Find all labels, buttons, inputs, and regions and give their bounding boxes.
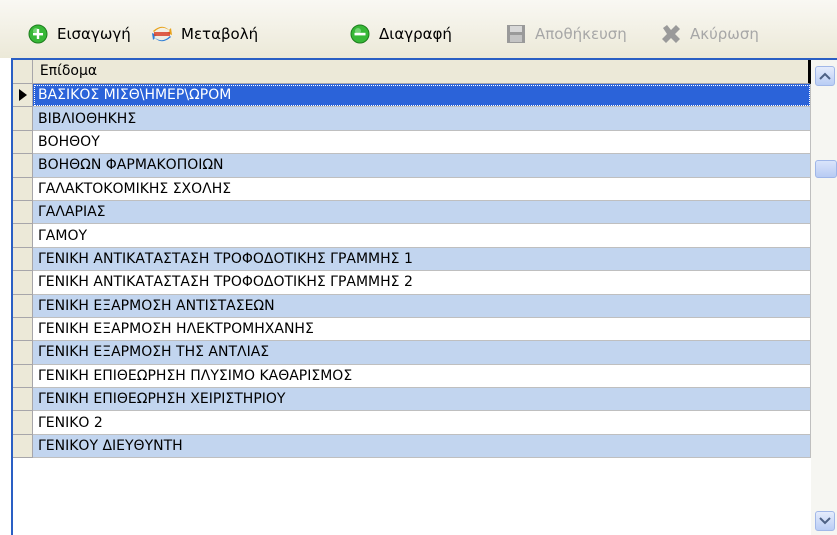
table-row[interactable]: ΓΕΝΙΚΗ ΕΞΑΡΜΟΣΗ ΗΛΕΚΤΡΟΜΗΧΑΝΗΣ xyxy=(13,317,811,342)
cancel-button[interactable]: Ακύρωση xyxy=(660,21,759,47)
delete-button[interactable]: Διαγραφή xyxy=(349,21,452,47)
row-selector[interactable] xyxy=(13,84,33,108)
grid-rows: ΒΑΣΙΚΟΣ ΜΙΣΘ\ΗΜΕΡ\ΩΡΟΜ ΒΙΒΛΙΟΘΗΚΗΣ ΒΟΗΘΟΥ Β… xyxy=(13,84,811,459)
epidoma-cell[interactable]: ΒΑΣΙΚΟΣ ΜΙΣΘ\ΗΜΕΡ\ΩΡΟΜ xyxy=(33,84,811,108)
table-row[interactable]: ΓΑΜΟΥ xyxy=(13,224,811,248)
table-row[interactable]: ΓΕΝΙΚΟΥ ΔΙΕΥΘΥΝΤΗ xyxy=(13,434,811,459)
table-row[interactable]: ΓΑΛΑΚΤΟΚΟΜΙΚΗΣ ΣΧΟΛΗΣ xyxy=(13,177,811,201)
table-row[interactable]: ΓΑΛΑΡΙΑΣ xyxy=(13,200,811,225)
epidoma-cell[interactable]: ΓΕΝΙΚΗ ΕΞΑΡΜΟΣΗ ΑΝΤΙΣΤΑΣΕΩΝ xyxy=(33,294,811,318)
modify-label: Μεταβολή xyxy=(181,25,259,43)
scroll-down-button[interactable] xyxy=(815,511,835,531)
row-selector[interactable] xyxy=(13,271,33,295)
chevron-up-icon xyxy=(819,72,831,80)
row-selector[interactable] xyxy=(13,200,33,225)
insert-button[interactable]: Εισαγωγή xyxy=(27,21,131,47)
epidoma-cell[interactable]: ΓΕΝΙΚΗ ΑΝΤΙΚΑΤΑΣΤΑΣΗ ΤΡΟΦΟΔΟΤΙΚΗΣ ΓΡΑΜΜΗ… xyxy=(33,247,811,272)
data-grid: Επίδομα ΒΑΣΙΚΟΣ ΜΙΣΘ\ΗΜΕΡ\ΩΡΟΜ ΒΙΒΛΙΟΘΗΚΗ… xyxy=(13,60,811,521)
row-selector[interactable] xyxy=(13,434,33,459)
table-row[interactable]: ΓΕΝΙΚΗ ΑΝΤΙΚΑΤΑΣΤΑΣΗ ΤΡΟΦΟΔΟΤΙΚΗΣ ΓΡΑΜΜΗ… xyxy=(13,271,811,295)
floppy-disk-icon xyxy=(505,23,527,45)
epidoma-cell[interactable]: ΓΕΝΙΚΟ 2 xyxy=(33,411,811,435)
save-label: Αποθήκευση xyxy=(535,25,627,43)
epidoma-cell[interactable]: ΒΟΗΘΩΝ ΦΑΡΜΑΚΟΠΟΙΩΝ xyxy=(33,154,811,178)
table-row[interactable]: ΓΕΝΙΚΗ ΕΞΑΡΜΟΣΗ ΑΝΤΙΣΤΑΣΕΩΝ xyxy=(13,294,811,318)
column-header-epidoma[interactable]: Επίδομα xyxy=(32,60,811,84)
epidoma-cell[interactable]: ΓΑΜΟΥ xyxy=(33,224,811,248)
epidoma-cell[interactable]: ΓΕΝΙΚΗ ΕΞΑΡΜΟΣΗ ΤΗΣ ΑΝΤΛΙΑΣ xyxy=(33,341,811,365)
vertical-scrollbar[interactable] xyxy=(811,60,837,535)
scroll-up-button[interactable] xyxy=(815,66,835,86)
table-row[interactable]: ΒΟΗΘΟΥ xyxy=(13,130,811,155)
epidoma-cell[interactable]: ΓΑΛΑΡΙΑΣ xyxy=(33,200,811,225)
row-selector[interactable] xyxy=(13,177,33,201)
epidoma-cell[interactable]: ΓΑΛΑΚΤΟΚΟΜΙΚΗΣ ΣΧΟΛΗΣ xyxy=(33,177,811,201)
toolbar: Εισαγωγή Μεταβολή Διαγραφή Αποθήκευση Ακ… xyxy=(0,0,837,58)
row-selector[interactable] xyxy=(13,317,33,342)
row-selector[interactable] xyxy=(13,224,33,248)
epidoma-cell[interactable]: ΒΙΒΛΙΟΘΗΚΗΣ xyxy=(33,107,811,131)
table-row[interactable]: ΓΕΝΙΚΗ ΕΠΙΘΕΩΡΗΣΗ ΠΛΥΣΙΜΟ ΚΑΘΑΡΙΣΜΟΣ xyxy=(13,364,811,389)
row-selector[interactable] xyxy=(13,364,33,389)
cancel-label: Ακύρωση xyxy=(690,25,759,43)
plus-circle-icon xyxy=(27,23,49,45)
delete-label: Διαγραφή xyxy=(379,25,452,43)
row-selector[interactable] xyxy=(13,107,33,131)
modify-button[interactable]: Μεταβολή xyxy=(151,21,258,47)
epidoma-cell[interactable]: ΓΕΝΙΚΗ ΕΠΙΘΕΩΡΗΣΗ ΠΛΥΣΙΜΟ ΚΑΘΑΡΙΣΜΟΣ xyxy=(33,364,811,389)
current-row-pointer-icon xyxy=(18,89,27,102)
grid-header: Επίδομα xyxy=(13,60,811,84)
table-row[interactable]: ΓΕΝΙΚΗ ΕΠΙΘΕΩΡΗΣΗ ΧΕΙΡΙΣΤΗΡΙΟΥ xyxy=(13,388,811,412)
table-row[interactable]: ΓΕΝΙΚΗ ΕΞΑΡΜΟΣΗ ΤΗΣ ΑΝΤΛΙΑΣ xyxy=(13,341,811,365)
table-row[interactable]: ΒΑΣΙΚΟΣ ΜΙΣΘ\ΗΜΕΡ\ΩΡΟΜ xyxy=(13,84,811,108)
row-selector[interactable] xyxy=(13,247,33,272)
row-selector[interactable] xyxy=(13,341,33,365)
epidoma-cell[interactable]: ΓΕΝΙΚΗ ΕΠΙΘΕΩΡΗΣΗ ΧΕΙΡΙΣΤΗΡΙΟΥ xyxy=(33,388,811,412)
epidoma-cell[interactable]: ΒΟΗΘΟΥ xyxy=(33,130,811,155)
table-row[interactable]: ΓΕΝΙΚΟ 2 xyxy=(13,411,811,435)
epidoma-cell[interactable]: ΓΕΝΙΚΗ ΑΝΤΙΚΑΤΑΣΤΑΣΗ ΤΡΟΦΟΔΟΤΙΚΗΣ ΓΡΑΜΜΗ… xyxy=(33,271,811,295)
row-selector-header xyxy=(13,60,33,84)
row-selector[interactable] xyxy=(13,388,33,412)
cancel-x-icon xyxy=(660,23,682,45)
epidoma-cell[interactable]: ΓΕΝΙΚΟΥ ΔΙΕΥΘΥΝΤΗ xyxy=(33,434,811,459)
table-row[interactable]: ΒΙΒΛΙΟΘΗΚΗΣ xyxy=(13,107,811,131)
row-selector[interactable] xyxy=(13,294,33,318)
row-selector[interactable] xyxy=(13,154,33,178)
row-selector[interactable] xyxy=(13,130,33,155)
chevron-down-icon xyxy=(819,517,831,525)
table-row[interactable]: ΓΕΝΙΚΗ ΑΝΤΙΚΑΤΑΣΤΑΣΗ ΤΡΟΦΟΔΟΤΙΚΗΣ ΓΡΑΜΜΗ… xyxy=(13,247,811,272)
swap-arrows-icon xyxy=(151,23,173,45)
scroll-thumb[interactable] xyxy=(815,160,837,178)
minus-circle-icon xyxy=(349,23,371,45)
table-row[interactable]: ΒΟΗΘΩΝ ΦΑΡΜΑΚΟΠΟΙΩΝ xyxy=(13,154,811,178)
epidoma-cell[interactable]: ΓΕΝΙΚΗ ΕΞΑΡΜΟΣΗ ΗΛΕΚΤΡΟΜΗΧΑΝΗΣ xyxy=(33,317,811,342)
save-button[interactable]: Αποθήκευση xyxy=(505,21,627,47)
insert-label: Εισαγωγή xyxy=(57,25,131,43)
row-selector[interactable] xyxy=(13,411,33,435)
